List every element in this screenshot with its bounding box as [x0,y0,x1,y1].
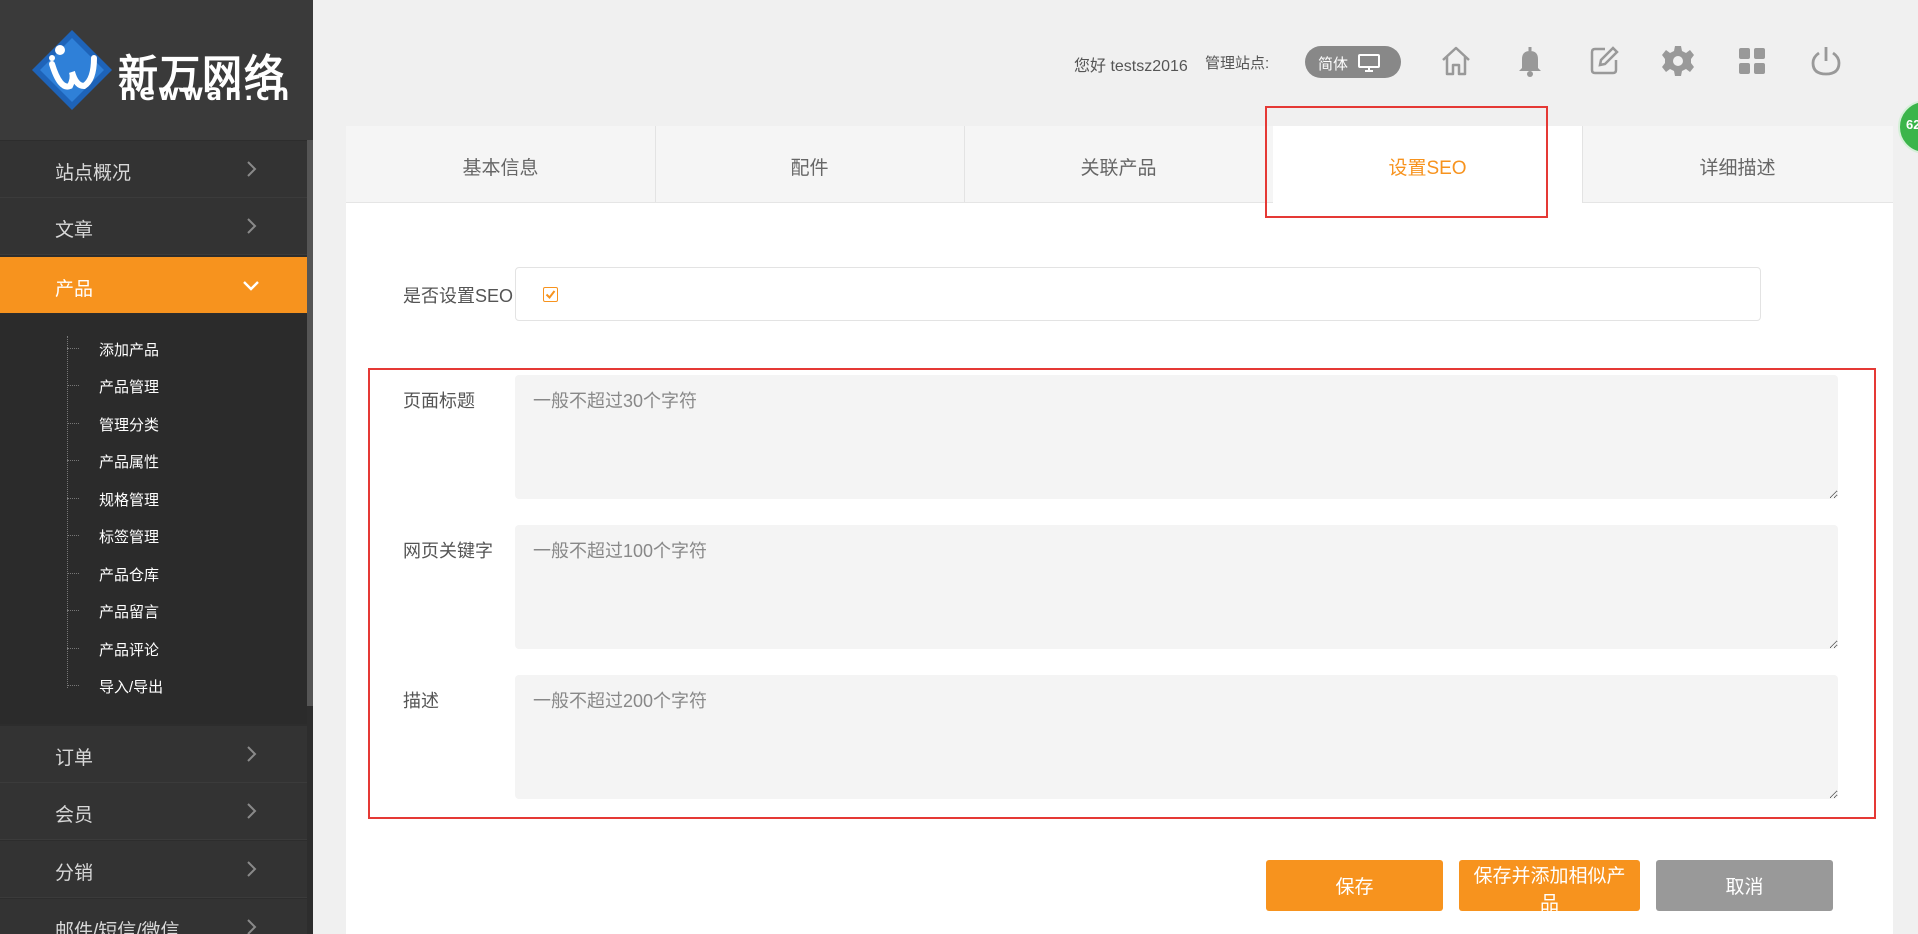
chevron-right-icon [247,161,257,177]
sidebar-item-distribution[interactable]: 分销 [0,841,307,898]
home-icon[interactable] [1439,44,1473,78]
tree-tick [67,423,79,424]
highlight-box-seo-tab [1265,106,1548,218]
tree-tick [67,685,79,686]
submenu-item-label: 产品留言 [99,604,160,621]
submenu-item-label: 规格管理 [99,492,160,509]
sidebar-item-messaging[interactable]: 邮件/短信/微信 [0,899,307,934]
sidebar-item-label: 会员 [55,805,94,826]
save-button[interactable]: 保存 [1266,860,1443,911]
sidebar-item-label: 订单 [55,748,94,769]
sidebar-item-label: 邮件/短信/微信 [55,921,180,934]
sidebar-item-products[interactable]: 产品 [0,257,307,313]
submenu-item-label: 产品评论 [99,642,160,659]
chevron-right-icon [247,919,257,934]
tree-tick [67,498,79,499]
tab-bar: 基本信息 配件 关联产品 设置SEO 详细描述 [346,126,1893,203]
submenu-item-reviews[interactable]: 产品评论 [0,634,307,664]
tree-tick [67,648,79,649]
logo-mark-icon [32,30,112,110]
logo[interactable]: 新万网络 newwan.cn [0,0,313,140]
cancel-button[interactable]: 取消 [1656,860,1833,911]
manage-site-label: 管理站点: [1205,55,1270,72]
chevron-right-icon [247,861,257,877]
submenu-item-label: 添加产品 [99,342,160,359]
language-label: 简体 [1318,56,1349,73]
tab-label: 配件 [790,158,829,179]
submenu-item-add-product[interactable]: 添加产品 [0,334,307,364]
submenu-item-import-export[interactable]: 导入/导出 [0,671,307,701]
sidebar-item-label: 站点概况 [55,163,132,184]
submenu-item-specs[interactable]: 规格管理 [0,484,307,514]
badge-count: 62 [1906,117,1918,132]
sidebar-item-orders[interactable]: 订单 [0,726,307,783]
chevron-right-icon [247,746,257,762]
tree-tick [67,610,79,611]
sidebar-item-label: 分销 [55,863,94,884]
submenu-item-messages[interactable]: 产品留言 [0,596,307,626]
gear-icon[interactable] [1661,44,1695,78]
tree-tick [67,460,79,461]
tab-label: 详细描述 [1699,158,1776,179]
logo-text-en: newwan.cn [120,80,293,106]
sidebar-item-label: 文章 [55,220,94,241]
sidebar-item-label: 产品 [55,279,94,300]
submenu-item-warehouse[interactable]: 产品仓库 [0,559,307,589]
bell-icon[interactable] [1513,44,1547,78]
sidebar-item-articles[interactable]: 文章 [0,198,307,255]
products-submenu: 添加产品 产品管理 管理分类 产品属性 规格管理 标签管理 产品仓库 产品留言 … [0,314,307,724]
submenu-item-label: 产品管理 [99,379,160,396]
power-icon[interactable] [1809,44,1843,78]
tab-related-products[interactable]: 关联产品 [964,126,1274,202]
submenu-item-label: 标签管理 [99,529,160,546]
checkmark-icon [545,290,556,300]
sidebar-scrollbar[interactable] [307,140,313,706]
sidebar-item-members[interactable]: 会员 [0,783,307,840]
tree-tick [67,348,79,349]
highlight-box-seo-fields [368,368,1876,819]
submenu-item-label: 管理分类 [99,417,160,434]
chevron-right-icon [247,218,257,234]
sidebar: 新万网络 newwan.cn 站点概况 文章 产品 添加产品 产品管理 管理分类… [0,0,313,934]
tree-tick [67,535,79,536]
submenu-item-attributes[interactable]: 产品属性 [0,446,307,476]
top-header: 您好 testsz2016 管理站点: 简体 [313,0,1918,124]
tree-tick [67,573,79,574]
save-add-similar-button[interactable]: 保存并添加相似产品 [1459,860,1640,914]
submenu-item-label: 产品属性 [99,454,160,471]
grid-icon[interactable] [1735,44,1769,78]
chevron-down-icon [243,281,259,291]
submenu-item-label: 导入/导出 [99,679,164,696]
edit-icon[interactable] [1587,44,1621,78]
submenu-item-categories[interactable]: 管理分类 [0,409,307,439]
tab-basic-info[interactable]: 基本信息 [346,126,656,202]
tree-tick [67,385,79,386]
tab-detail-description[interactable]: 详细描述 [1582,126,1893,202]
seo-enable-label: 是否设置SEO [403,286,514,306]
language-switch[interactable]: 简体 [1305,46,1401,78]
seo-enable-row [515,267,1761,321]
chevron-right-icon [247,803,257,819]
sidebar-item-overview[interactable]: 站点概况 [0,141,307,198]
tab-label: 基本信息 [462,158,539,179]
seo-enable-checkbox[interactable] [543,287,558,302]
submenu-item-tags[interactable]: 标签管理 [0,521,307,551]
submenu-item-label: 产品仓库 [99,567,160,584]
tab-label: 关联产品 [1080,158,1157,179]
monitor-icon [1358,54,1380,72]
tab-accessories[interactable]: 配件 [655,126,965,202]
user-greeting: 您好 testsz2016 [1074,58,1188,75]
submenu-item-product-manage[interactable]: 产品管理 [0,371,307,401]
